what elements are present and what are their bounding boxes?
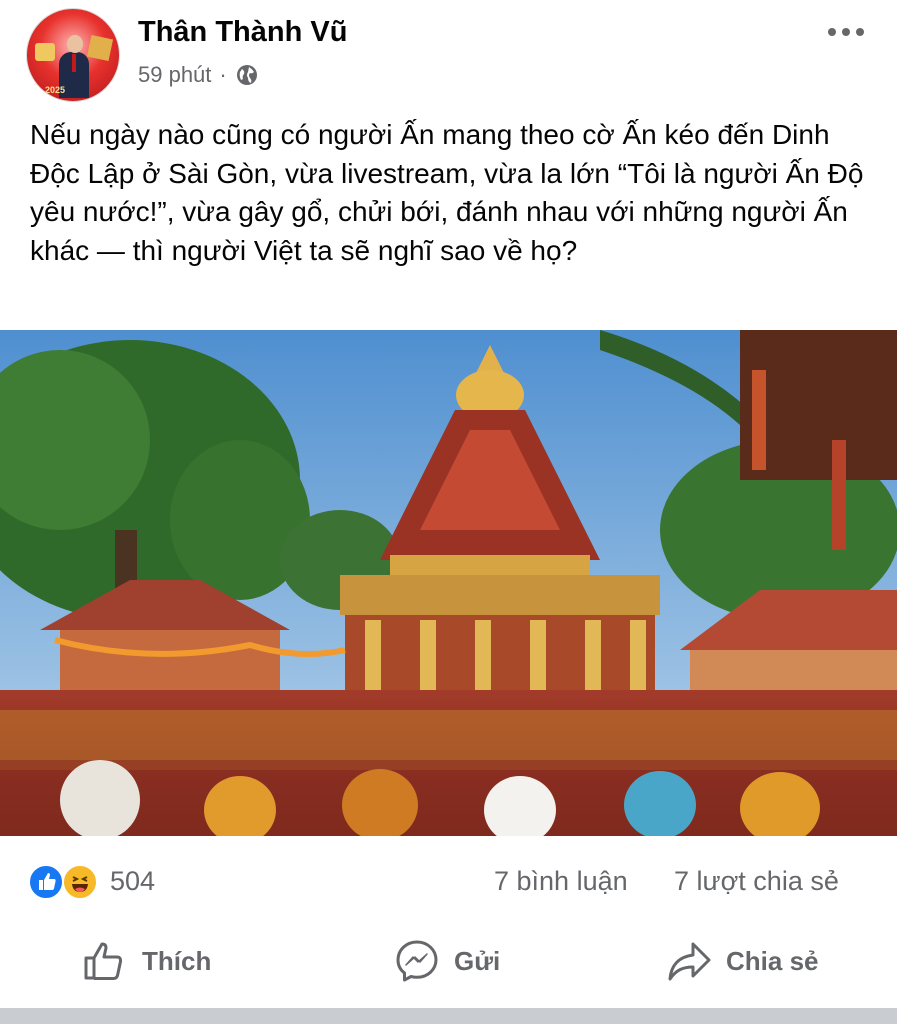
like-icon[interactable] xyxy=(28,864,64,900)
messenger-icon xyxy=(396,940,438,982)
author-avatar[interactable]: 2025 xyxy=(26,8,120,102)
reaction-count[interactable]: 504 xyxy=(110,866,155,897)
share-arrow-icon xyxy=(668,942,711,981)
temple-scene-image xyxy=(0,330,897,836)
post-time[interactable]: 59 phút xyxy=(138,62,211,88)
send-button[interactable]: Gửi xyxy=(394,936,500,986)
like-button[interactable]: Thích xyxy=(82,936,211,986)
avatar-year-text: 2025 xyxy=(45,85,66,95)
haha-icon[interactable] xyxy=(62,864,98,900)
share-label: Chia sẻ xyxy=(726,945,819,976)
comments-count[interactable]: 7 bình luận xyxy=(494,866,628,897)
author-name[interactable]: Thân Thành Vũ xyxy=(138,16,347,49)
send-label: Gửi xyxy=(454,945,501,976)
post-text: Nếu ngày nào cũng có người Ấn mang theo … xyxy=(30,119,864,266)
post-header: 2025 Thân Thành Vũ 59 phút · xyxy=(0,0,897,110)
thumbs-up-icon xyxy=(84,942,123,980)
like-label: Thích xyxy=(142,945,212,976)
globe-icon[interactable] xyxy=(235,63,259,87)
post-meta: 59 phút · xyxy=(138,62,259,88)
shares-count[interactable]: 7 lượt chia sẻ xyxy=(674,866,839,897)
post-stats: 504 7 bình luận 7 lượt chia sẻ xyxy=(0,850,897,912)
meta-separator: · xyxy=(219,62,227,87)
avatar-decoration xyxy=(86,34,114,62)
more-options-icon[interactable] xyxy=(826,22,866,42)
avatar-decoration xyxy=(35,43,55,61)
feed-divider xyxy=(0,1008,897,1024)
share-button[interactable]: Chia sẻ xyxy=(666,936,819,986)
post-actions: Thích Gửi Chia sẻ xyxy=(0,924,897,1000)
post-photo[interactable] xyxy=(0,330,897,836)
